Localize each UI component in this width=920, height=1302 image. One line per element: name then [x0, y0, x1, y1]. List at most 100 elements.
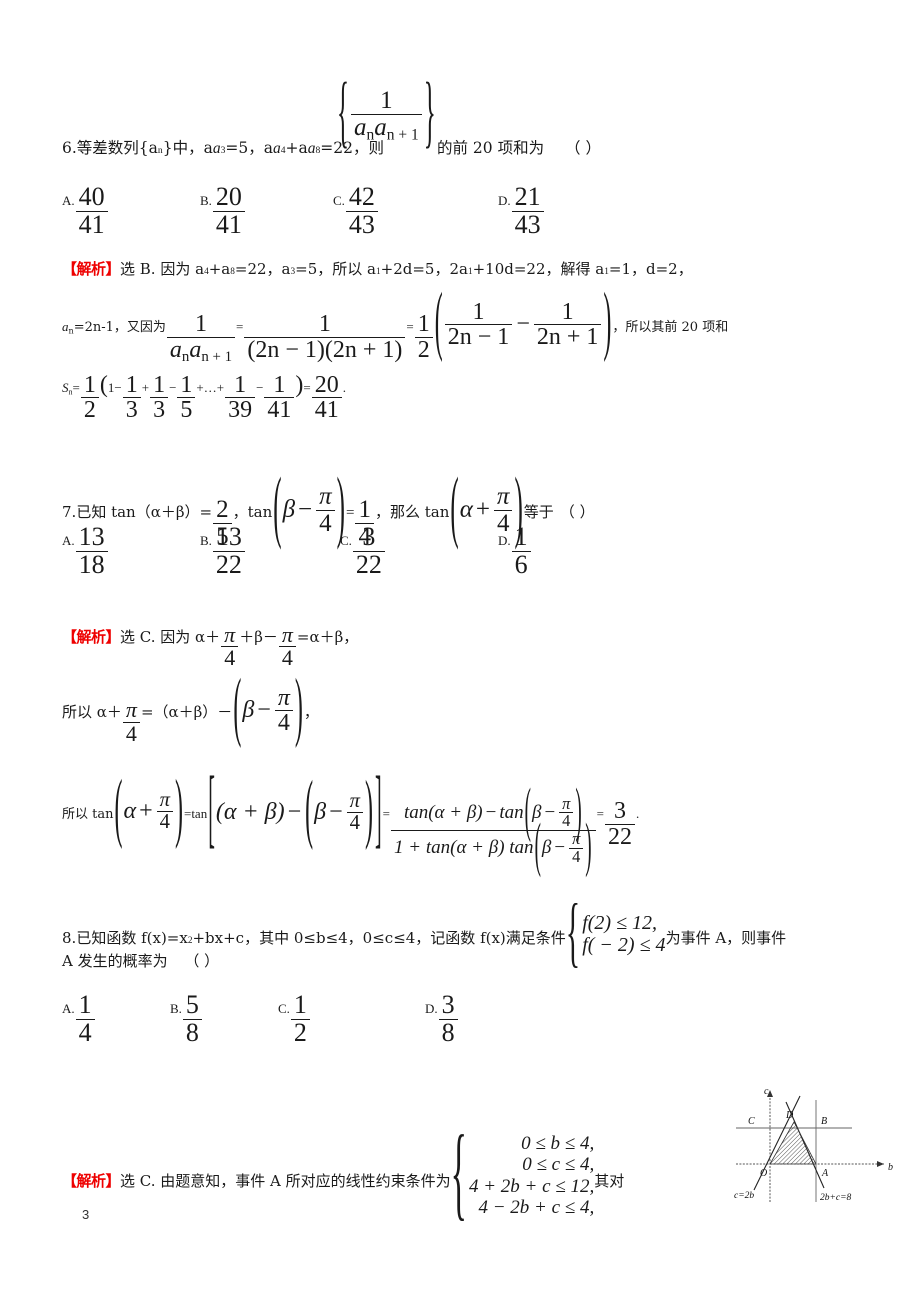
sequence-fraction: 1 anan + 1 [351, 88, 422, 143]
den: 4 [346, 812, 363, 834]
condition-2: f( − 2) ≤ 4 [582, 934, 666, 957]
alpha-plus-beta: (α + β) [215, 799, 285, 826]
num: 1 [514, 522, 528, 551]
den: 3 [150, 397, 169, 423]
label-point-b: B [821, 1116, 827, 1127]
q6-answer-blank[interactable]: （ ） [565, 139, 601, 157]
right-paren: ) [603, 281, 612, 365]
q6-option-c[interactable]: C. 42 43 [333, 182, 379, 238]
num: 20 [314, 372, 339, 398]
den: 8 [438, 1018, 458, 1047]
frac-1-39: 1 39 [225, 373, 256, 423]
q6-sequence-expression: { 1 anan + 1 } [336, 71, 437, 157]
den: 41 [75, 210, 108, 239]
den: 6 [511, 550, 531, 579]
denominator: 1 + tan(α + β) tan ( β − π 4 ) [391, 816, 596, 879]
q7-number: 7. [62, 503, 77, 521]
q8-condition-system: { f(2) ≤ 12, f( − 2) ≤ 4 [566, 890, 666, 976]
period: . [342, 380, 347, 395]
q6-stem-text-3: =5，a [225, 139, 273, 157]
period: . [635, 806, 640, 822]
q6-option-b[interactable]: B. 20 41 [200, 182, 246, 238]
left-brace: { [450, 1116, 467, 1232]
q7-explanation-line-1: 【解析】 选 C. 因为 α＋ π 4 ＋β－ π 4 =α＋β， [62, 623, 359, 670]
den: 4 [278, 646, 296, 669]
num: 3 [441, 990, 455, 1019]
frac-pi-4: π 4 [156, 789, 173, 833]
q7-option-c[interactable]: C. 3 22 [340, 522, 386, 578]
expl-text-3: =α＋β， [296, 628, 359, 646]
frac-1-3-b: 1 3 [150, 373, 169, 423]
num: 1 [194, 311, 207, 338]
den: 3 [122, 397, 141, 423]
den: 2 [414, 336, 433, 362]
q8-option-c[interactable]: C. 1 2 [278, 990, 311, 1046]
question-8-stem-line-2: A 发生的概率为 （ ） [62, 950, 219, 971]
seq-a2-sub: n + 1 [386, 125, 419, 143]
option-value: 13 22 [212, 522, 245, 579]
num: 1 [125, 372, 138, 398]
expl-text-1: 选 C. 因为 α＋ [120, 628, 221, 646]
q8-answer-blank[interactable]: （ ） [184, 952, 219, 970]
q7-answer-blank[interactable]: （ ） [560, 501, 595, 522]
num: 42 [348, 182, 375, 211]
num: π [277, 685, 290, 711]
a: a [189, 336, 202, 363]
option-value: 1 6 [511, 522, 531, 579]
q7-text-3: ，那么 tan [374, 503, 450, 521]
frac-1-3-a: 1 3 [122, 372, 141, 423]
frac-pi-4: π 4 [316, 484, 335, 536]
q7-explanation-line-3: 所以 tan ( α + π 4 ) =tan [ (α + β) − ( β [62, 762, 640, 879]
left-paren: ( [524, 778, 531, 846]
left-brace: { [565, 890, 581, 976]
option-value: 20 41 [212, 183, 245, 239]
frac-one-half: 1 2 [414, 312, 433, 362]
q6-option-a[interactable]: A. 40 41 [62, 182, 109, 238]
option-value: 1 4 [75, 991, 95, 1046]
num: 1 [358, 496, 371, 523]
q6-stem-after: 的前 20 项和为 [437, 139, 545, 157]
q8-option-d[interactable]: D. 3 8 [425, 990, 459, 1046]
page-number: 3 [82, 1207, 90, 1222]
label-point-d: D [785, 1110, 794, 1121]
den: 41 [212, 210, 245, 239]
num: 1 [561, 299, 574, 325]
q6-option-d[interactable]: D. 21 43 [498, 182, 545, 238]
a: a [169, 336, 182, 363]
q7-option-b[interactable]: B. 13 22 [200, 522, 246, 578]
option-label: C. [333, 193, 345, 208]
beta-symbol: β [242, 697, 255, 724]
beta-symbol: β [314, 799, 327, 826]
num: 1 [273, 372, 286, 398]
constraint-3: 4 + 2b + c ≤ 12, [468, 1175, 595, 1197]
option-label: A. [62, 1001, 75, 1016]
expl-text-3: =22，a [234, 260, 291, 278]
equals-tan: =tan [183, 806, 208, 822]
q6-stem-text-4: +a [285, 139, 308, 157]
ellipsis: +…+ [196, 380, 225, 395]
expl-text-3: ， [303, 703, 319, 722]
den: 43 [345, 210, 378, 239]
den: 41 [264, 397, 295, 423]
equals-result: = [303, 380, 311, 395]
q7-option-d[interactable]: D. 1 6 [498, 522, 532, 578]
q7-option-a[interactable]: A. 13 18 [62, 522, 109, 578]
left-paren: ( [233, 667, 242, 751]
q6-explanation-line-3: Sn= 1 2 ( 1 − 1 3 + 1 3 − 1 5 +…+ 1 39 −… [62, 372, 347, 424]
den: 22 [212, 550, 245, 579]
label-line-2b-c-8: 2b+c=8 [820, 1193, 852, 1203]
label-point-c: C [748, 1116, 755, 1127]
num: 13 [215, 522, 242, 551]
right-bracket: ] [375, 761, 382, 859]
q6-stem-text-2: }中，a [162, 139, 213, 157]
equals-1: = [345, 505, 355, 521]
q8-option-b[interactable]: B. 5 8 [170, 990, 203, 1046]
q8-option-a[interactable]: A. 1 4 [62, 990, 96, 1046]
minus: − [298, 496, 313, 523]
plus: + [475, 496, 490, 523]
option-value: 21 43 [511, 183, 544, 238]
frac-pi-4-inner: π 4 [274, 685, 293, 736]
numerator: tan(α + β) − tan ( β − π 4 ) [401, 781, 586, 844]
num: 3 [362, 522, 376, 551]
worksheet-page: 6. 等差数列{a n}中，a a 3 =5，a a 4 +a a 8 =22，则 { 1 anan… [0, 0, 920, 1302]
